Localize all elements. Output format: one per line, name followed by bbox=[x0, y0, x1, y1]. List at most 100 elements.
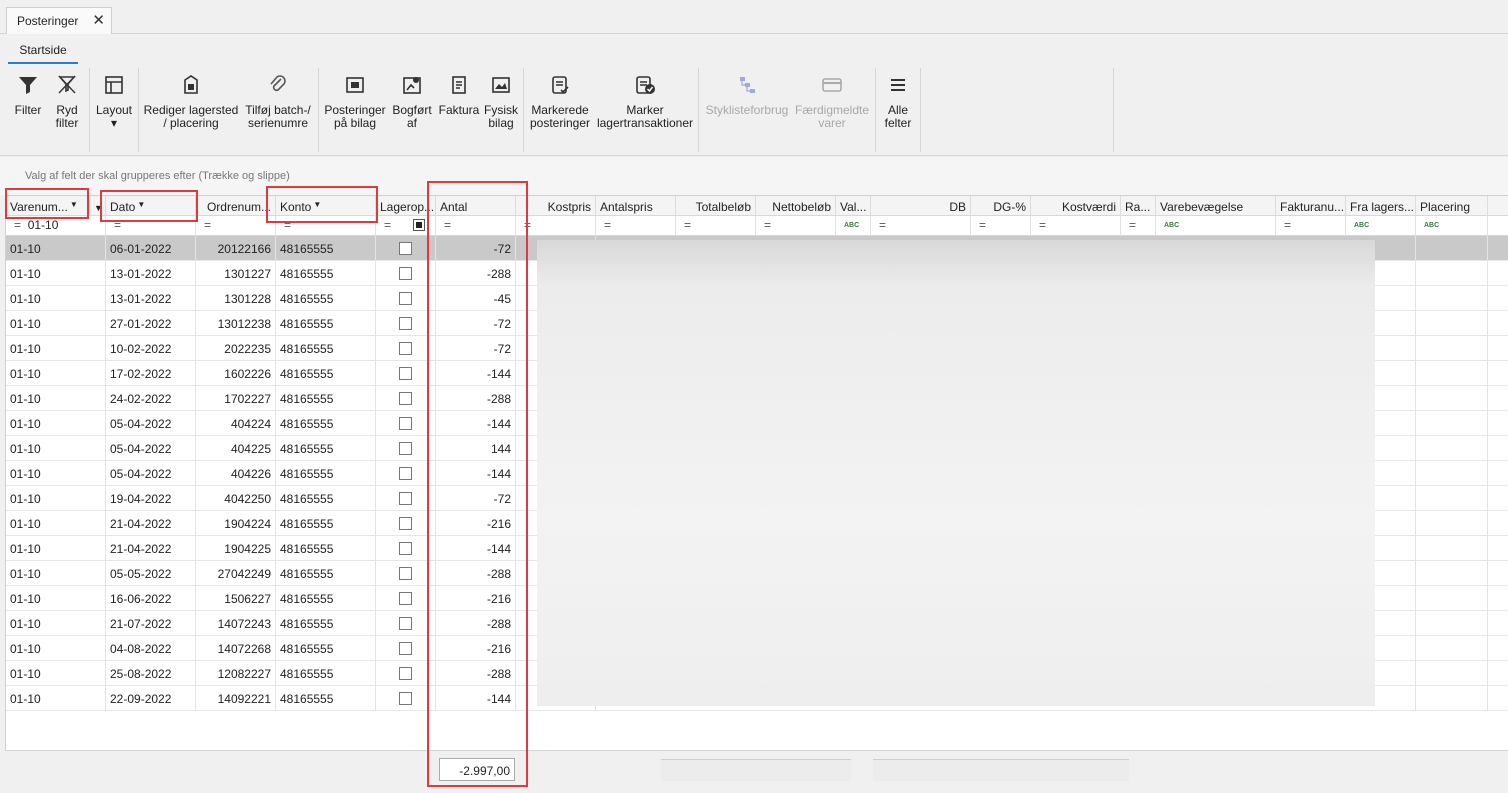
lagerop-checkbox[interactable] bbox=[399, 367, 412, 380]
cell-antal[interactable]: -144 bbox=[436, 536, 516, 561]
column-header-valuta[interactable]: Val... bbox=[836, 196, 871, 216]
cell-fra-lager[interactable] bbox=[1381, 511, 1416, 536]
cell-dato[interactable]: 22-09-2022 bbox=[106, 686, 196, 711]
lagerop-checkbox[interactable] bbox=[399, 642, 412, 655]
cell-varenummer[interactable]: 01-10 bbox=[6, 686, 106, 711]
cell-antal[interactable]: -288 bbox=[436, 611, 516, 636]
cell-fra-lager[interactable] bbox=[1381, 436, 1416, 461]
nettobelob-filter[interactable]: = bbox=[756, 216, 836, 236]
cell-varenummer[interactable]: 01-10 bbox=[6, 661, 106, 686]
lagerop-checkbox[interactable] bbox=[399, 567, 412, 580]
cell-placering[interactable] bbox=[1416, 236, 1488, 261]
cell-placering[interactable] bbox=[1416, 286, 1488, 311]
edit-location-button[interactable]: Rediger lagersted / placering bbox=[143, 70, 239, 130]
cell-ordrenummer[interactable]: 14072243 bbox=[196, 611, 276, 636]
filter-icon[interactable]: ▼ bbox=[313, 200, 321, 209]
cell-ordrenummer[interactable]: 1904224 bbox=[196, 511, 276, 536]
cell-konto[interactable]: 48165555 bbox=[276, 436, 376, 461]
cell-varenummer[interactable]: 01-10 bbox=[6, 411, 106, 436]
lagerop-checkbox[interactable] bbox=[399, 417, 412, 430]
cell-lagerop[interactable] bbox=[376, 561, 436, 586]
column-header-varenummer[interactable]: Varenum... ▼ bbox=[6, 196, 90, 216]
cell-antal[interactable]: -288 bbox=[436, 261, 516, 286]
cell-ordrenummer[interactable]: 20122166 bbox=[196, 236, 276, 261]
column-header-dato[interactable]: Dato ▼ bbox=[106, 196, 196, 216]
cell-ordrenummer[interactable]: 1702227 bbox=[196, 386, 276, 411]
cell-ordrenummer[interactable]: 27042249 bbox=[196, 561, 276, 586]
cell-lagerop[interactable] bbox=[376, 411, 436, 436]
cell-lagerop[interactable] bbox=[376, 436, 436, 461]
antalspris-filter[interactable]: = bbox=[596, 216, 676, 236]
column-dropdown[interactable]: ▼ bbox=[90, 196, 106, 216]
varenummer-filter[interactable]: = 01-10 bbox=[6, 216, 106, 236]
placering-filter[interactable]: ABC bbox=[1416, 216, 1488, 236]
cell-ordrenummer[interactable]: 13012238 bbox=[196, 311, 276, 336]
cell-fra-lager[interactable] bbox=[1381, 311, 1416, 336]
column-header-rabat[interactable]: Ra... bbox=[1121, 196, 1156, 216]
cell-lagerop[interactable] bbox=[376, 686, 436, 711]
cell-antal[interactable]: -45 bbox=[436, 286, 516, 311]
cell-dato[interactable]: 13-01-2022 bbox=[106, 286, 196, 311]
cell-dato[interactable]: 25-08-2022 bbox=[106, 661, 196, 686]
cell-ordrenummer[interactable]: 404224 bbox=[196, 411, 276, 436]
dato-filter[interactable]: = bbox=[106, 216, 196, 236]
cell-antal[interactable]: 144 bbox=[436, 436, 516, 461]
column-header-varebevaegelse[interactable]: Varebevægelse bbox=[1156, 196, 1276, 216]
cell-fra-lager[interactable] bbox=[1381, 486, 1416, 511]
lagerop-filter[interactable]: = bbox=[376, 216, 436, 236]
cell-placering[interactable] bbox=[1416, 586, 1488, 611]
cell-dato[interactable]: 24-02-2022 bbox=[106, 386, 196, 411]
cell-lagerop[interactable] bbox=[376, 261, 436, 286]
cell-ordrenummer[interactable]: 404226 bbox=[196, 461, 276, 486]
cell-varenummer[interactable]: 01-10 bbox=[6, 386, 106, 411]
cell-ordrenummer[interactable]: 1904225 bbox=[196, 536, 276, 561]
mark-transactions-button[interactable]: Marker lagertransaktioner bbox=[596, 70, 694, 130]
cell-placering[interactable] bbox=[1416, 661, 1488, 686]
cell-varenummer[interactable]: 01-10 bbox=[6, 336, 106, 361]
cell-fra-lager[interactable] bbox=[1381, 236, 1416, 261]
cell-konto[interactable]: 48165555 bbox=[276, 636, 376, 661]
varebevaegelse-filter[interactable]: ABC bbox=[1156, 216, 1276, 236]
column-header-fakturanummer[interactable]: Fakturanu... bbox=[1276, 196, 1346, 216]
lagerop-checkbox[interactable] bbox=[399, 442, 412, 455]
lagerop-checkbox[interactable] bbox=[399, 667, 412, 680]
cell-lagerop[interactable] bbox=[376, 586, 436, 611]
cell-dato[interactable]: 05-04-2022 bbox=[106, 461, 196, 486]
lagerop-checkbox[interactable] bbox=[399, 492, 412, 505]
cell-dato[interactable]: 19-04-2022 bbox=[106, 486, 196, 511]
cell-varenummer[interactable]: 01-10 bbox=[6, 636, 106, 661]
all-fields-button[interactable]: Alle felter bbox=[880, 70, 916, 130]
column-header-totalbelob[interactable]: Totalbeløb bbox=[676, 196, 756, 216]
column-header-ordrenummer[interactable]: Ordrenum... bbox=[196, 196, 276, 216]
cell-dato[interactable]: 21-04-2022 bbox=[106, 536, 196, 561]
cell-konto[interactable]: 48165555 bbox=[276, 586, 376, 611]
cell-konto[interactable]: 48165555 bbox=[276, 386, 376, 411]
cell-dato[interactable]: 05-04-2022 bbox=[106, 436, 196, 461]
group-by-panel[interactable]: Valg af felt der skal grupperes efter (T… bbox=[0, 157, 1508, 195]
filter-icon[interactable]: ▼ bbox=[70, 200, 78, 209]
ordrenummer-filter[interactable]: = bbox=[196, 216, 276, 236]
finished-items-button[interactable]: Færdigmeldte varer bbox=[794, 70, 870, 130]
cell-ordrenummer[interactable]: 1506227 bbox=[196, 586, 276, 611]
cell-lagerop[interactable] bbox=[376, 286, 436, 311]
lagerop-checkbox[interactable] bbox=[399, 542, 412, 555]
cell-konto[interactable]: 48165555 bbox=[276, 686, 376, 711]
lagerop-checkbox[interactable] bbox=[399, 267, 412, 280]
cell-konto[interactable]: 48165555 bbox=[276, 261, 376, 286]
rabat-filter[interactable]: = bbox=[1121, 216, 1156, 236]
column-header-konto[interactable]: Konto ▼ bbox=[276, 196, 376, 216]
cell-lagerop[interactable] bbox=[376, 511, 436, 536]
cell-ordrenummer[interactable]: 404225 bbox=[196, 436, 276, 461]
cell-varenummer[interactable]: 01-10 bbox=[6, 311, 106, 336]
valuta-filter[interactable]: ABC bbox=[836, 216, 871, 236]
cell-placering[interactable] bbox=[1416, 386, 1488, 411]
cell-konto[interactable]: 48165555 bbox=[276, 536, 376, 561]
column-header-kostpris[interactable]: Kostpris bbox=[516, 196, 596, 216]
cell-placering[interactable] bbox=[1416, 261, 1488, 286]
cell-fra-lager[interactable] bbox=[1381, 611, 1416, 636]
column-header-antalspris[interactable]: Antalspris bbox=[596, 196, 676, 216]
cell-placering[interactable] bbox=[1416, 611, 1488, 636]
cell-lagerop[interactable] bbox=[376, 236, 436, 261]
db-filter[interactable]: = bbox=[871, 216, 971, 236]
lagerop-checkbox[interactable] bbox=[399, 467, 412, 480]
